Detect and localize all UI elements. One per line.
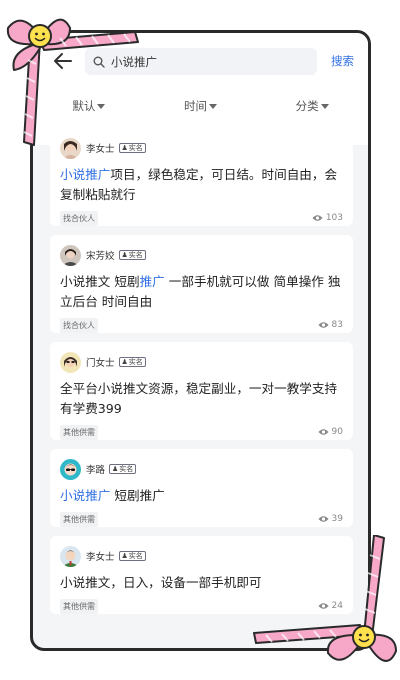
- person-icon: ♟: [112, 464, 119, 473]
- eye-icon: [318, 322, 329, 328]
- post-footer: 找合伙人 83: [60, 312, 343, 338]
- category-tag[interactable]: 其他供需: [60, 598, 98, 614]
- category-tag[interactable]: 找合伙人: [60, 210, 98, 226]
- filter-time[interactable]: 时间: [145, 91, 257, 121]
- view-count-value: 103: [325, 213, 343, 223]
- ribbon-decoration-bottom: [253, 535, 397, 662]
- post-text: 小说推文 短剧: [60, 274, 140, 289]
- avatar[interactable]: [60, 458, 81, 480]
- post-card[interactable]: 门女士 ♟ 实名 全平台小说推文资源，稳定副业，一对一教学支持 有学费399 其他…: [50, 342, 353, 440]
- view-count-value: 83: [331, 320, 343, 330]
- eye-icon: [312, 215, 323, 221]
- person-icon: ♟: [121, 551, 128, 560]
- user-name[interactable]: 门女士: [86, 355, 115, 369]
- post-card[interactable]: 李路 ♟ 实名 小说推广 短剧推广 其他供需 39: [50, 449, 353, 527]
- verified-label: 实名: [128, 357, 143, 366]
- verified-badge: ♟ 实名: [118, 551, 146, 561]
- post-card[interactable]: 宋芳姣 ♟ 实名 小说推文 短剧推广 一部手机就可以做 简单操作 独立后台 时间自…: [50, 235, 353, 333]
- verified-badge: ♟ 实名: [118, 357, 146, 367]
- person-icon: ♟: [121, 250, 128, 259]
- filter-time-label: 时间: [184, 99, 207, 113]
- view-count: 83: [318, 320, 343, 330]
- search-button[interactable]: 搜索: [331, 53, 354, 69]
- post-text: 小说推文，日入，设备一部手机即可: [60, 575, 262, 590]
- highlight-text: 小说推广: [60, 488, 111, 503]
- verified-label: 实名: [128, 551, 143, 560]
- avatar[interactable]: [60, 351, 81, 373]
- post-content[interactable]: 小说推文 短剧推广 一部手机就可以做 简单操作 独立后台 时间自由: [60, 272, 343, 312]
- caret-down-icon: [209, 103, 217, 109]
- view-count: 103: [312, 213, 343, 223]
- post-content[interactable]: 小说推广项目，绿色稳定，可日结。时间自由，会复制粘贴就行: [60, 165, 343, 205]
- verified-badge: ♟ 实名: [109, 464, 137, 474]
- caret-down-icon: [320, 103, 329, 109]
- user-name[interactable]: 宋芳姣: [86, 248, 115, 262]
- post-user: 门女士 ♟ 实名: [60, 351, 343, 373]
- eye-icon: [318, 516, 329, 522]
- view-count: 90: [318, 427, 343, 437]
- view-count-value: 90: [331, 427, 343, 437]
- eye-icon: [318, 429, 329, 435]
- user-name[interactable]: 李路: [86, 462, 105, 476]
- post-footer: 其他供需 90: [60, 419, 343, 445]
- filter-category[interactable]: 分类: [256, 91, 368, 121]
- person-icon: ♟: [121, 357, 128, 366]
- category-tag[interactable]: 其他供需: [60, 424, 98, 440]
- post-text: 短剧推广: [110, 488, 165, 503]
- user-name[interactable]: 李女士: [86, 549, 115, 563]
- post-text: 全平台小说推文资源，稳定副业，一对一教学支持 有学费399: [60, 381, 338, 416]
- post-content[interactable]: 全平台小说推文资源，稳定副业，一对一教学支持 有学费399: [60, 379, 343, 419]
- highlight-text: 小说推广: [60, 167, 111, 182]
- avatar[interactable]: [60, 244, 81, 266]
- post-footer: 找合伙人 103: [60, 205, 343, 231]
- category-tag[interactable]: 找合伙人: [60, 317, 98, 333]
- highlight-text: 推广: [139, 274, 165, 289]
- post-user: 李路 ♟ 实名: [60, 458, 343, 480]
- filter-category-label: 分类: [295, 99, 319, 113]
- category-tag[interactable]: 其他供需: [60, 511, 98, 527]
- view-count: 39: [318, 514, 343, 524]
- verified-label: 实名: [119, 464, 134, 473]
- view-count-value: 39: [331, 514, 343, 524]
- avatar[interactable]: [60, 545, 81, 567]
- verified-label: 实名: [128, 250, 143, 259]
- post-footer: 其他供需 39: [60, 506, 343, 532]
- verified-badge: ♟ 实名: [118, 250, 146, 260]
- post-content[interactable]: 小说推广 短剧推广: [60, 486, 343, 506]
- post-user: 宋芳姣 ♟ 实名: [60, 244, 343, 266]
- ribbon-decoration-top: [6, 18, 139, 146]
